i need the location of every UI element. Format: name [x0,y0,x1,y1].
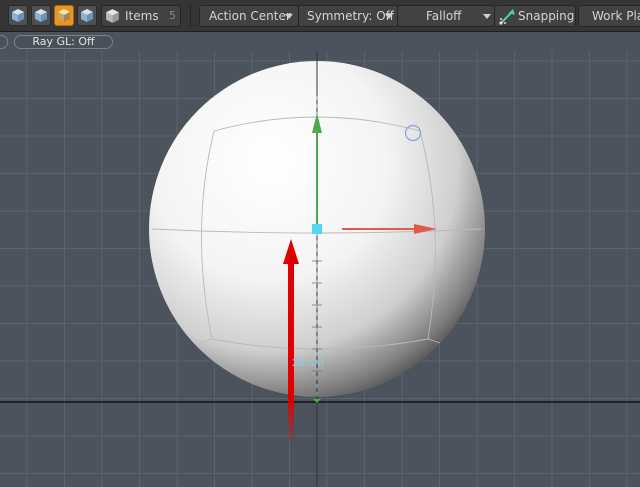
select-vertices-button[interactable] [8,5,28,26]
work-plane-button[interactable]: Work Plane [578,5,640,27]
select-edges-button[interactable] [31,5,51,26]
work-plane-label: Work Plane [592,9,640,23]
z-axis-handle[interactable] [288,259,294,444]
snapping-label: Snapping [518,9,575,23]
ray-gl-toggle[interactable]: Ray GL: Off [14,35,113,49]
chevron-down-icon [483,14,491,19]
snapping-button[interactable]: Snapping [494,5,576,27]
chevron-down-icon [285,14,293,19]
scale-label: 20 um [292,358,324,369]
viewport-header: Ray GL: Off [0,33,640,51]
falloff-dropdown[interactable]: Falloff [397,5,495,27]
select-materials-button[interactable] [77,5,97,26]
top-toolbar: Items 5 Action Center Symmetry: Off Fall… [0,0,640,32]
select-polygons-button[interactable] [54,5,74,26]
items-shortcut: 5 [169,9,176,22]
items-cube-icon [105,8,120,26]
pivot-handle[interactable] [312,224,322,234]
action-center-dropdown[interactable]: Action Center [199,5,299,27]
snapping-icon [498,8,516,26]
3d-viewport[interactable]: 20 um [0,51,640,487]
items-label: Items [125,9,159,23]
material-cube-icon [80,8,94,23]
toolbar-separator [190,4,191,28]
viewport-canvas [0,51,640,487]
chevron-down-icon [385,14,393,19]
symmetry-label: Symmetry: Off [307,9,394,23]
polygon-cube-icon [57,8,71,23]
viewport-menu-button[interactable] [0,35,8,49]
items-mode-button[interactable]: Items 5 [101,5,181,27]
falloff-label: Falloff [426,9,462,23]
edge-cube-icon [34,8,48,23]
action-center-label: Action Center [209,9,291,23]
symmetry-dropdown[interactable]: Symmetry: Off [298,5,398,27]
vertex-cube-icon [11,8,25,23]
